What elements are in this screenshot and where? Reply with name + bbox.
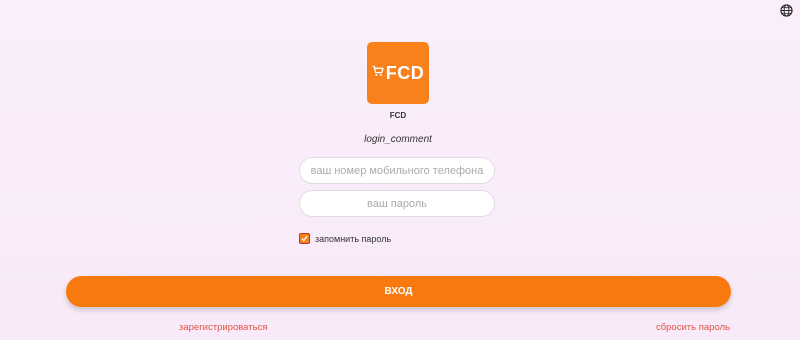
password-input[interactable] bbox=[299, 190, 495, 217]
reset-password-link[interactable]: сбросить пароль bbox=[656, 322, 730, 333]
login-comment: login_comment bbox=[364, 134, 432, 145]
app-name: FCD bbox=[389, 111, 407, 120]
remember-password[interactable]: запомнить пароль bbox=[299, 233, 391, 244]
logo-text: FCD bbox=[385, 62, 425, 83]
login-button[interactable]: ВХОД bbox=[66, 276, 731, 307]
remember-label: запомнить пароль bbox=[315, 233, 392, 244]
app-logo: FCD bbox=[367, 42, 429, 104]
remember-checkbox[interactable] bbox=[299, 233, 310, 244]
check-icon bbox=[301, 235, 308, 242]
register-link[interactable]: зарегистрироваться bbox=[179, 322, 267, 333]
cart-icon bbox=[372, 64, 384, 82]
phone-input[interactable] bbox=[299, 157, 495, 184]
globe-icon[interactable] bbox=[779, 3, 793, 17]
logo-box: FCD bbox=[367, 42, 429, 104]
